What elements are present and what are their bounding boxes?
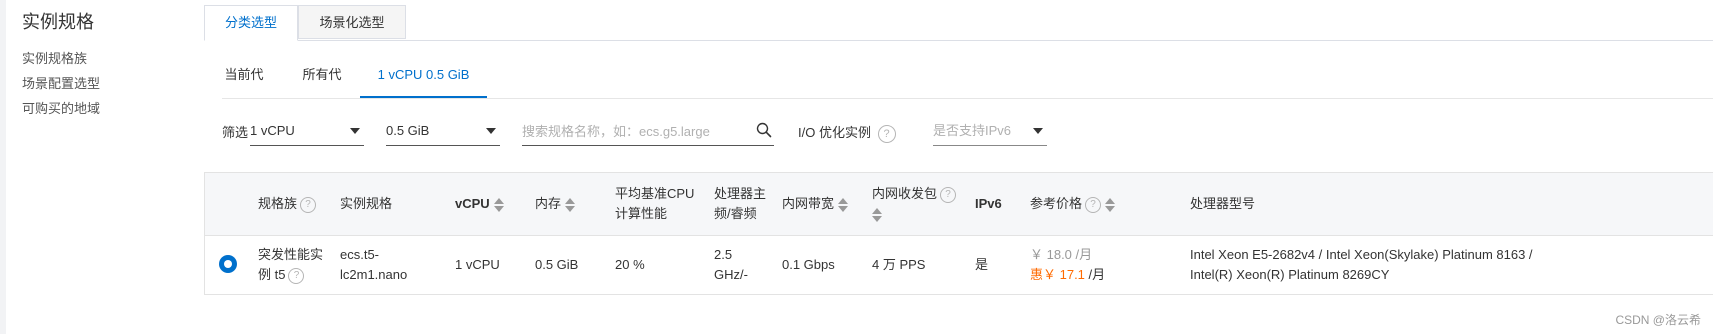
cell-processor: Intel Xeon E5-2682v4 / Intel Xeon(Skylak… (1190, 247, 1533, 282)
header-frequency: 处理器主 频/睿频 (714, 186, 767, 221)
header-memory[interactable]: 内存 (535, 194, 576, 214)
question-icon[interactable]: ? (300, 196, 317, 213)
sidebar: 实例规格 实例规格族 场景配置选型 可购买的地域 (22, 8, 192, 121)
table-header: 规格族? 实例规格 vCPU 内存 平均基准CPU 计算性能 处理器主 频/睿频… (205, 173, 1713, 236)
sidebar-item-scenario-config[interactable]: 场景配置选型 (22, 71, 192, 96)
header-pps[interactable]: 内网收发包? (872, 184, 957, 224)
header-bandwidth[interactable]: 内网带宽 (782, 194, 849, 214)
header-processor: 处理器型号 (1190, 196, 1256, 211)
sort-icon[interactable] (1105, 197, 1116, 212)
tab-current-generation[interactable]: 当前代 (222, 62, 266, 98)
cell-bandwidth: 0.1 Gbps (782, 257, 835, 272)
original-price: ￥ 18.0 (1030, 247, 1072, 262)
cell-price: ￥ 18.0 /月 惠￥ 17.1 /月 (1030, 247, 1106, 282)
tab-1vcpu-05gib[interactable]: 1 vCPU 0.5 GiB (360, 62, 487, 98)
chevron-down-icon (350, 128, 360, 134)
sidebar-item-instance-family[interactable]: 实例规格族 (22, 46, 192, 71)
cell-vcpu: 1 vCPU (455, 257, 500, 272)
header-price[interactable]: 参考价格? (1030, 194, 1116, 214)
cell-cpu-baseline: 20 % (615, 257, 645, 272)
left-edge-strip (0, 0, 6, 334)
sub-tabs: 当前代 所有代 1 vCPU 0.5 GiB (222, 62, 1713, 99)
io-optimized-label: I/O 优化实例 (798, 125, 871, 140)
sidebar-title: 实例规格 (22, 12, 94, 32)
sort-icon[interactable] (838, 197, 849, 212)
ipv6-select[interactable]: 是否支持IPv6 (933, 118, 1047, 146)
tab-category-selection[interactable]: 分类选型 (204, 5, 298, 41)
tab-scenario-selection[interactable]: 场景化选型 (298, 5, 406, 39)
search-box (522, 118, 774, 146)
watermark: CSDN @洛云希 (1615, 313, 1701, 327)
memory-select[interactable]: 0.5 GiB (386, 118, 500, 146)
question-icon[interactable]: ? (940, 186, 957, 203)
cell-frequency: 2.5 GHz/- (714, 247, 748, 282)
vcpu-select[interactable]: 1 vCPU (250, 118, 364, 146)
vcpu-select-value: 1 vCPU (250, 123, 295, 138)
sort-icon[interactable] (493, 197, 504, 212)
search-input[interactable] (522, 118, 752, 144)
filter-label: 筛选 (222, 125, 249, 140)
header-ipv6: IPv6 (975, 196, 1002, 211)
chevron-down-icon (486, 128, 496, 134)
cell-spec: ecs.t5- lc2m1.nano (340, 247, 408, 282)
header-family: 规格族? (258, 194, 317, 214)
discount-price: 惠￥ 17.1 (1030, 267, 1085, 282)
instance-spec-table: 规格族? 实例规格 vCPU 内存 平均基准CPU 计算性能 处理器主 频/睿频… (204, 172, 1713, 295)
main-tabs: 分类选型 场景化选型 (204, 5, 1713, 41)
sort-icon[interactable] (872, 207, 882, 222)
io-optimized-filter[interactable]: I/O 优化实例 ? (798, 122, 896, 143)
row-select-radio[interactable] (219, 255, 237, 273)
question-icon[interactable]: ? (288, 267, 305, 284)
header-spec: 实例规格 (340, 196, 393, 211)
question-icon[interactable]: ? (877, 124, 896, 143)
cell-family: 突发性能实 例 t5? (258, 247, 324, 284)
sidebar-item-regions[interactable]: 可购买的地域 (22, 96, 192, 121)
search-icon[interactable] (756, 122, 772, 138)
question-icon[interactable]: ? (1085, 196, 1102, 213)
cell-pps: 4 万 PPS (872, 257, 926, 272)
chevron-down-icon (1033, 128, 1043, 134)
cell-ipv6: 是 (975, 257, 989, 272)
header-vcpu[interactable]: vCPU (455, 194, 504, 214)
ipv6-select-placeholder: 是否支持IPv6 (933, 123, 1012, 138)
header-cpu-baseline: 平均基准CPU 计算性能 (615, 186, 695, 221)
memory-select-value: 0.5 GiB (386, 123, 430, 138)
sort-icon[interactable] (565, 197, 576, 212)
tab-all-generations[interactable]: 所有代 (300, 62, 344, 98)
cell-memory: 0.5 GiB (535, 257, 579, 272)
